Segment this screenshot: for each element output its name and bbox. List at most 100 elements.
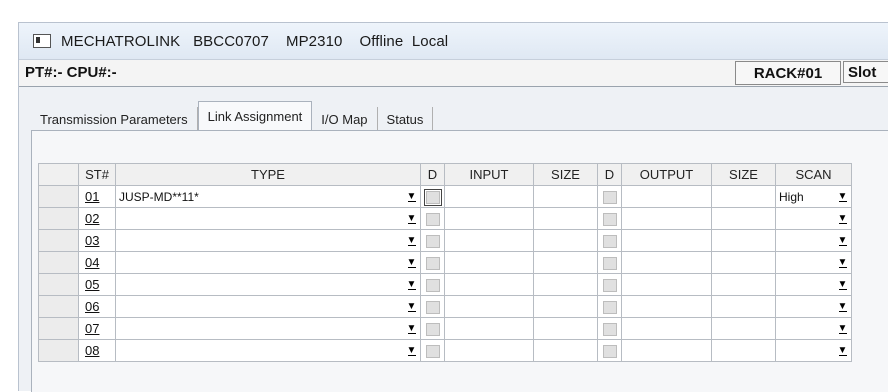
type-select[interactable]: ▼: [115, 251, 421, 274]
input-disable-checkbox[interactable]: [425, 256, 440, 270]
input-register-cell[interactable]: [444, 339, 534, 362]
chevron-down-icon[interactable]: ▼: [405, 189, 418, 204]
chevron-down-icon[interactable]: ▼: [405, 343, 418, 358]
input-disable-cell[interactable]: [420, 207, 445, 230]
output-disable-cell[interactable]: [597, 251, 622, 274]
output-disable-checkbox[interactable]: [602, 278, 617, 292]
row-header[interactable]: [38, 207, 79, 230]
input-register-cell[interactable]: [444, 229, 534, 252]
output-register-cell[interactable]: [621, 317, 712, 340]
input-disable-cell[interactable]: [420, 339, 445, 362]
input-disable-checkbox[interactable]: [425, 278, 440, 292]
input-disable-checkbox[interactable]: [425, 344, 440, 358]
output-disable-checkbox[interactable]: [602, 212, 617, 226]
chevron-down-icon[interactable]: ▼: [836, 255, 849, 270]
input-register-cell[interactable]: [444, 251, 534, 274]
input-size-cell[interactable]: [533, 273, 598, 296]
chevron-down-icon[interactable]: ▼: [836, 343, 849, 358]
output-disable-cell[interactable]: [597, 295, 622, 318]
input-disable-cell[interactable]: [420, 273, 445, 296]
input-disable-cell[interactable]: [420, 229, 445, 252]
row-header[interactable]: [38, 251, 79, 274]
input-disable-checkbox[interactable]: [425, 300, 440, 314]
type-select[interactable]: ▼: [115, 339, 421, 362]
output-size-cell[interactable]: [711, 273, 776, 296]
output-size-cell[interactable]: [711, 251, 776, 274]
chevron-down-icon[interactable]: ▼: [405, 321, 418, 336]
chevron-down-icon[interactable]: ▼: [405, 299, 418, 314]
chevron-down-icon[interactable]: ▼: [836, 189, 849, 204]
scan-select[interactable]: ▼: [775, 295, 852, 318]
input-register-cell[interactable]: [444, 207, 534, 230]
output-size-cell[interactable]: [711, 207, 776, 230]
input-disable-checkbox[interactable]: [423, 188, 442, 206]
output-size-cell[interactable]: [711, 229, 776, 252]
input-size-cell[interactable]: [533, 339, 598, 362]
output-disable-cell[interactable]: [597, 339, 622, 362]
type-select[interactable]: JUSP-MD**11* ▼: [115, 185, 421, 208]
scan-select[interactable]: ▼: [775, 207, 852, 230]
input-disable-cell[interactable]: [420, 295, 445, 318]
output-size-cell[interactable]: [711, 295, 776, 318]
scan-select[interactable]: High ▼: [775, 185, 852, 208]
scan-select[interactable]: ▼: [775, 229, 852, 252]
chevron-down-icon[interactable]: ▼: [405, 255, 418, 270]
output-size-cell[interactable]: [711, 339, 776, 362]
input-size-cell[interactable]: [533, 295, 598, 318]
type-select[interactable]: ▼: [115, 229, 421, 252]
output-disable-checkbox[interactable]: [602, 234, 617, 248]
type-select[interactable]: ▼: [115, 273, 421, 296]
output-disable-cell[interactable]: [597, 185, 622, 208]
output-disable-cell[interactable]: [597, 317, 622, 340]
chevron-down-icon[interactable]: ▼: [836, 277, 849, 292]
tab-transmission-parameters[interactable]: Transmission Parameters: [31, 107, 198, 131]
chevron-down-icon[interactable]: ▼: [836, 299, 849, 314]
input-register-cell[interactable]: [444, 273, 534, 296]
tab-status[interactable]: Status: [378, 107, 434, 131]
scan-select[interactable]: ▼: [775, 317, 852, 340]
scan-select[interactable]: ▼: [775, 339, 852, 362]
input-disable-checkbox[interactable]: [425, 212, 440, 226]
row-header[interactable]: [38, 229, 79, 252]
output-disable-cell[interactable]: [597, 273, 622, 296]
input-register-cell[interactable]: [444, 295, 534, 318]
output-size-cell[interactable]: [711, 317, 776, 340]
input-size-cell[interactable]: [533, 251, 598, 274]
chevron-down-icon[interactable]: ▼: [405, 211, 418, 226]
output-register-cell[interactable]: [621, 251, 712, 274]
input-disable-checkbox[interactable]: [425, 234, 440, 248]
app-window-icon[interactable]: [33, 34, 51, 48]
output-register-cell[interactable]: [621, 229, 712, 252]
output-disable-cell[interactable]: [597, 207, 622, 230]
row-header[interactable]: [38, 273, 79, 296]
type-select[interactable]: ▼: [115, 295, 421, 318]
output-register-cell[interactable]: [621, 185, 712, 208]
input-size-cell[interactable]: [533, 185, 598, 208]
row-header[interactable]: [38, 295, 79, 318]
input-disable-cell[interactable]: [420, 185, 445, 208]
input-disable-checkbox[interactable]: [425, 322, 440, 336]
output-disable-checkbox[interactable]: [602, 300, 617, 314]
input-disable-cell[interactable]: [420, 317, 445, 340]
output-disable-cell[interactable]: [597, 229, 622, 252]
chevron-down-icon[interactable]: ▼: [836, 233, 849, 248]
input-register-cell[interactable]: [444, 185, 534, 208]
output-disable-checkbox[interactable]: [602, 322, 617, 336]
input-register-cell[interactable]: [444, 317, 534, 340]
output-register-cell[interactable]: [621, 273, 712, 296]
output-disable-checkbox[interactable]: [602, 190, 617, 204]
scan-select[interactable]: ▼: [775, 251, 852, 274]
input-size-cell[interactable]: [533, 207, 598, 230]
chevron-down-icon[interactable]: ▼: [405, 277, 418, 292]
chevron-down-icon[interactable]: ▼: [836, 211, 849, 226]
row-header[interactable]: [38, 185, 79, 208]
input-size-cell[interactable]: [533, 317, 598, 340]
tab-link-assignment[interactable]: Link Assignment: [197, 101, 313, 131]
input-size-cell[interactable]: [533, 229, 598, 252]
output-register-cell[interactable]: [621, 295, 712, 318]
chevron-down-icon[interactable]: ▼: [836, 321, 849, 336]
tab-io-map[interactable]: I/O Map: [312, 107, 378, 131]
input-disable-cell[interactable]: [420, 251, 445, 274]
output-size-cell[interactable]: [711, 185, 776, 208]
scan-select[interactable]: ▼: [775, 273, 852, 296]
